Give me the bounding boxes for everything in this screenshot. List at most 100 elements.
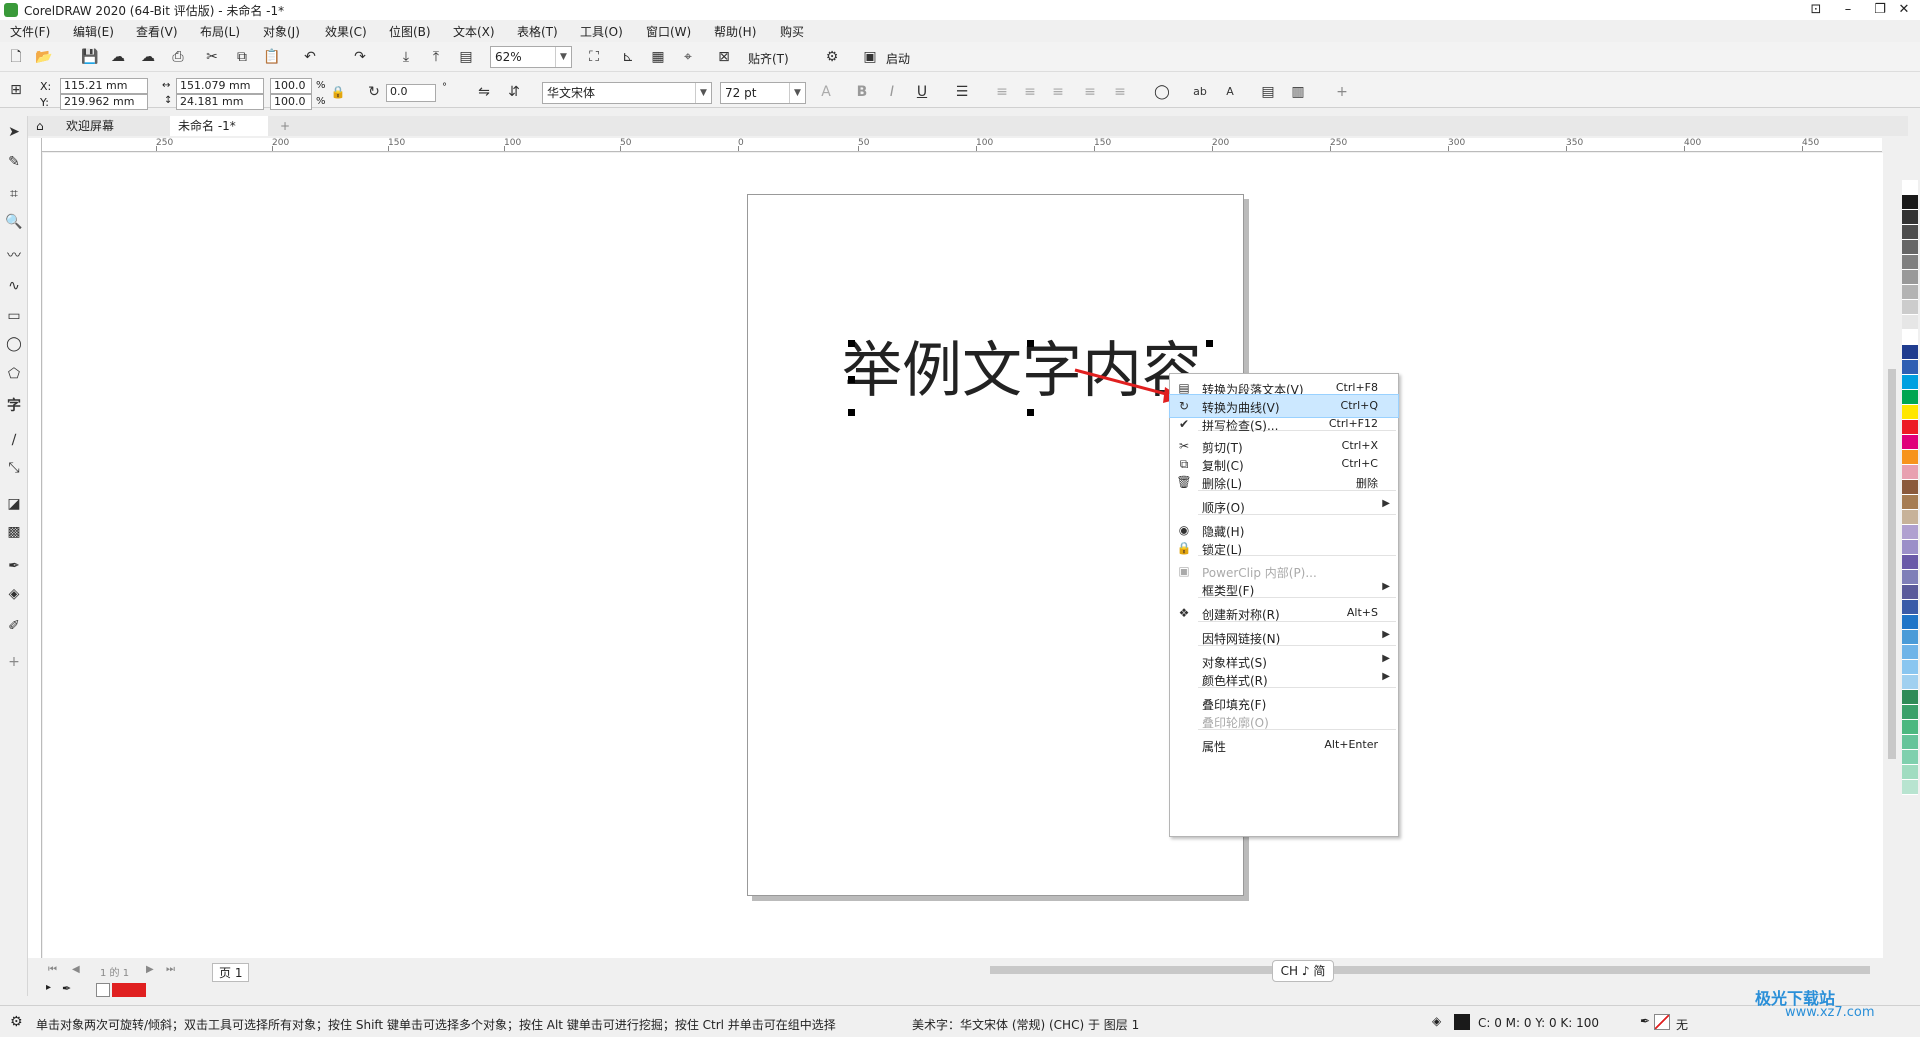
bold-icon[interactable]: B — [852, 82, 872, 102]
text-align-icon[interactable]: ☰ — [952, 82, 972, 102]
grid-icon[interactable]: ▦ — [648, 47, 668, 67]
first-page-icon[interactable]: ⏮ — [48, 964, 57, 975]
vertical-ruler[interactable] — [28, 138, 42, 958]
guidelines-icon[interactable]: ⌖ — [678, 47, 698, 67]
paste-icon[interactable]: 📋 — [262, 47, 282, 67]
transparency-icon[interactable]: ▩ — [4, 522, 24, 542]
eyedropper-icon[interactable]: ✒ — [62, 982, 71, 995]
pick-tool-icon[interactable]: ➤ — [4, 122, 24, 142]
context-menu-item[interactable]: 🔒 锁定(L) — [1170, 537, 1398, 559]
palette-swatch[interactable] — [1902, 510, 1918, 525]
polygon-tool-icon[interactable]: ⬠ — [4, 364, 24, 384]
launch-dropdown[interactable]: 启动 — [886, 50, 910, 67]
menu-file[interactable]: 文件(F) — [10, 23, 50, 40]
font-size-combo[interactable]: 72 pt ▼ — [720, 82, 806, 104]
horizontal-scrollbar[interactable] — [980, 962, 1884, 978]
palette-swatch[interactable] — [1902, 210, 1918, 225]
cloud-upload-icon[interactable]: ☁ — [138, 47, 158, 67]
context-menu-item[interactable]: ✔ 拼写检查(S)... Ctrl+F12 — [1170, 413, 1398, 435]
freehand-tool-icon[interactable]: 〰 — [4, 246, 24, 266]
add-tool-icon[interactable]: + — [4, 652, 24, 672]
vertical-scrollbar[interactable] — [1884, 153, 1900, 958]
context-menu-item[interactable]: 颜色样式(R) ▶ — [1170, 668, 1398, 690]
selection-handle[interactable] — [848, 409, 855, 416]
context-menu-item[interactable]: 因特网链接(N) ▶ — [1170, 626, 1398, 648]
drop-cap-icon[interactable]: ≡ — [1048, 82, 1068, 102]
tab-welcome[interactable]: 欢迎屏幕 — [58, 116, 168, 136]
palette-swatch[interactable] — [1902, 660, 1918, 675]
menu-table[interactable]: 表格(T) — [517, 23, 558, 40]
redo-icon[interactable]: ↷ — [350, 47, 370, 67]
palette-swatch[interactable] — [1902, 540, 1918, 555]
selection-handle[interactable] — [1027, 340, 1034, 347]
import-icon[interactable]: ⤓ — [396, 47, 416, 67]
palette-swatch[interactable] — [1902, 705, 1918, 720]
insert-character-icon[interactable]: A — [1220, 82, 1240, 102]
next-page-icon[interactable]: ▶ — [146, 964, 154, 975]
palette-swatch[interactable] — [1902, 585, 1918, 600]
launch-icon[interactable]: ▣ — [860, 47, 880, 67]
numbered-list-icon[interactable]: ≡ — [1020, 82, 1040, 102]
full-screen-icon[interactable]: ⛶ — [584, 47, 604, 67]
save-icon[interactable]: 💾 — [80, 47, 100, 67]
palette-swatch[interactable] — [1902, 750, 1918, 765]
text-tool-icon[interactable]: 字 — [4, 396, 24, 416]
ellipse-tool-icon[interactable]: ◯ — [4, 334, 24, 354]
palette-swatch[interactable] — [1902, 675, 1918, 690]
palette-swatch[interactable] — [1902, 300, 1918, 315]
menu-tools[interactable]: 工具(O) — [580, 23, 623, 40]
font-list-icon[interactable]: A — [816, 82, 836, 102]
menu-window[interactable]: 窗口(W) — [646, 23, 691, 40]
palette-swatch[interactable] — [1902, 405, 1918, 420]
x-position-field[interactable]: 115.21 mm — [60, 78, 148, 94]
palette-swatch[interactable] — [1902, 465, 1918, 480]
interactive-fill-icon[interactable]: ◈ — [4, 584, 24, 604]
context-menu-item[interactable]: 框类型(F) ▶ — [1170, 578, 1398, 600]
rotation-field[interactable]: 0.0 — [386, 84, 436, 102]
y-position-field[interactable]: 219.962 mm — [60, 94, 148, 110]
horizontal-text-icon[interactable]: ▤ — [1258, 82, 1278, 102]
zoom-level-combo[interactable]: 62% ▼ — [490, 46, 572, 68]
minimize-button[interactable]: – — [1832, 0, 1864, 20]
new-document-icon[interactable]: 🗋 — [6, 47, 26, 67]
mirror-horizontal-icon[interactable]: ⇋ — [474, 82, 494, 102]
palette-swatch[interactable] — [1902, 615, 1918, 630]
no-fill-swatch[interactable] — [96, 983, 110, 997]
palette-swatch[interactable] — [1902, 420, 1918, 435]
palette-swatch[interactable] — [1902, 630, 1918, 645]
close-button[interactable]: ✕ — [1888, 0, 1920, 20]
palette-expand-icon[interactable]: ▸ — [46, 982, 51, 993]
zoom-tool-icon[interactable]: 🔍 — [4, 212, 24, 232]
outline-none-swatch[interactable] — [1654, 1014, 1670, 1030]
palette-swatch[interactable] — [1902, 375, 1918, 390]
selection-handle[interactable] — [848, 340, 855, 347]
palette-swatch[interactable] — [1902, 525, 1918, 540]
menu-help[interactable]: 帮助(H) — [714, 23, 756, 40]
selection-handle[interactable] — [1206, 340, 1213, 347]
menu-layout[interactable]: 布局(L) — [200, 23, 240, 40]
connector-tool-icon[interactable]: ⤡ — [4, 458, 24, 478]
palette-swatch[interactable] — [1902, 330, 1918, 345]
prev-page-icon[interactable]: ◀ — [72, 964, 80, 975]
rulers-icon[interactable]: ⊾ — [618, 47, 638, 67]
artistic-media-icon[interactable]: ∿ — [4, 276, 24, 296]
menu-text[interactable]: 文本(X) — [453, 23, 495, 40]
color-swatch[interactable] — [112, 983, 146, 997]
drop-shadow-icon[interactable]: ◪ — [4, 494, 24, 514]
height-field[interactable]: 24.181 mm — [176, 94, 264, 110]
crop-tool-icon[interactable]: ⌗ — [4, 184, 24, 204]
palette-swatch[interactable] — [1902, 180, 1918, 195]
palette-swatch[interactable] — [1902, 285, 1918, 300]
selection-handle[interactable] — [848, 376, 855, 383]
palette-swatch[interactable] — [1902, 720, 1918, 735]
add-tab-icon[interactable]: + — [272, 116, 298, 136]
home-icon[interactable]: ⌂ — [28, 116, 56, 136]
shape-tool-icon[interactable]: ✎ — [4, 152, 24, 172]
palette-swatch[interactable] — [1902, 690, 1918, 705]
palette-swatch[interactable] — [1902, 255, 1918, 270]
fill-color-swatch[interactable] — [1454, 1014, 1470, 1030]
pdf-icon[interactable]: ▤ — [456, 47, 476, 67]
context-menu-item[interactable]: 属性 Alt+Enter — [1170, 734, 1398, 756]
last-page-icon[interactable]: ⏭ — [166, 964, 175, 975]
selection-handle[interactable] — [1027, 409, 1034, 416]
